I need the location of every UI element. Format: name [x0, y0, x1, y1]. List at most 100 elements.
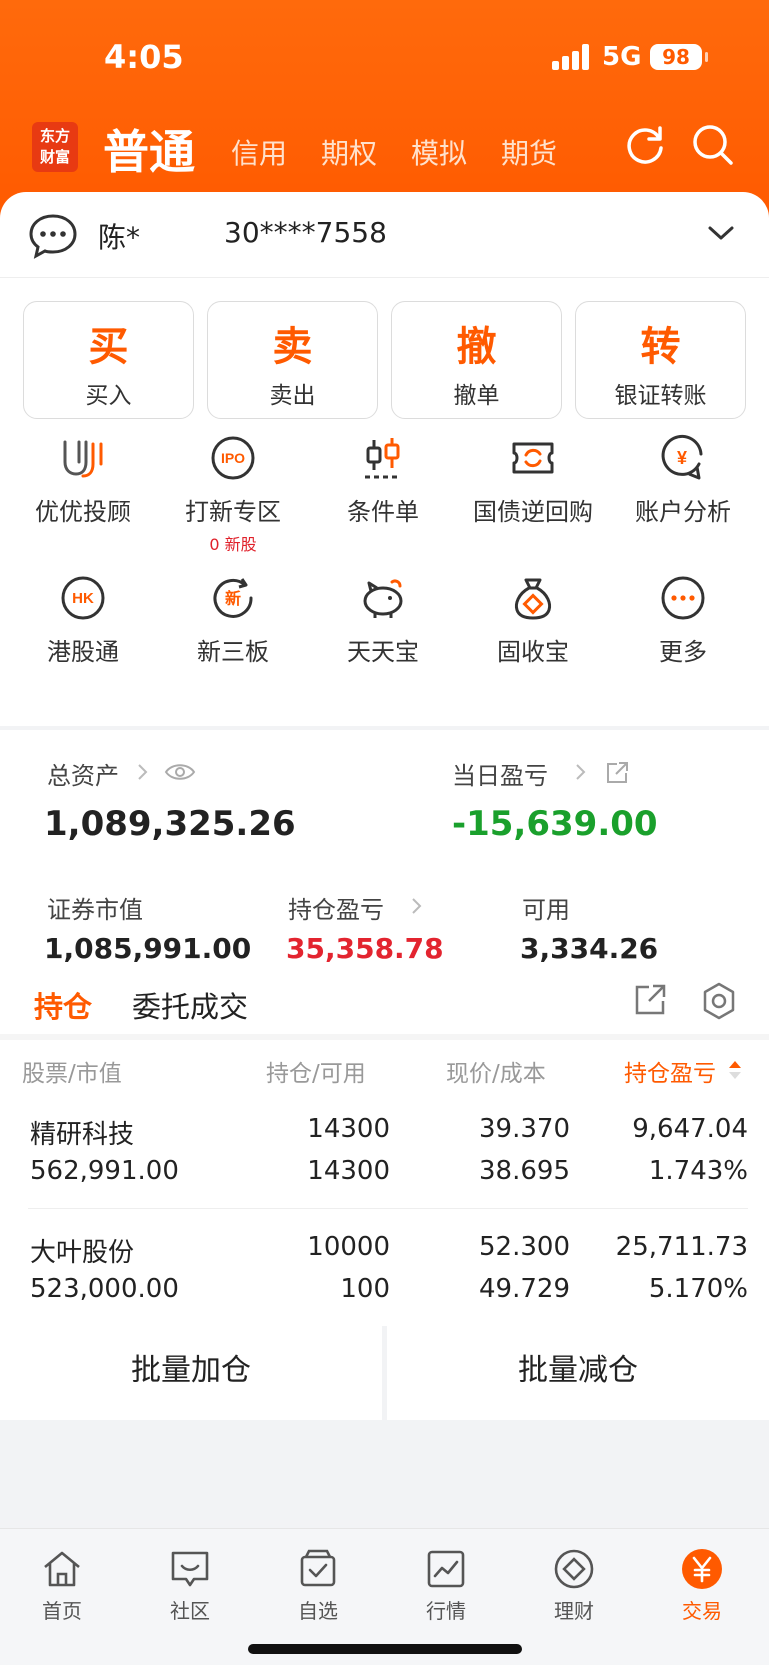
- row-divider: [28, 1208, 748, 1209]
- market-value-label: 证券市值: [47, 896, 143, 924]
- nav-watchlist[interactable]: 自选: [268, 1547, 368, 1624]
- function-tiantianbao[interactable]: 天天宝: [308, 574, 458, 667]
- header-price: 现价/成本: [446, 1061, 546, 1087]
- cost-price: 38.695: [479, 1156, 570, 1186]
- function-gushoubao[interactable]: 固收宝: [458, 574, 608, 667]
- sell-button[interactable]: 卖 卖出: [207, 301, 378, 419]
- batch-add-button[interactable]: 批量加仓: [0, 1322, 382, 1420]
- chevron-right-icon: [412, 898, 422, 914]
- network-type: 5G: [602, 42, 642, 72]
- svg-text:新: 新: [225, 589, 241, 608]
- share-icon[interactable]: [604, 760, 630, 786]
- function-new-third-board[interactable]: 新 新三板: [158, 574, 308, 667]
- home-indicator: [248, 1644, 522, 1654]
- function-advisor[interactable]: 优优投顾: [8, 434, 158, 527]
- function-ipo[interactable]: IPO 打新专区 0 新股: [158, 434, 308, 555]
- holding-qty: 10000: [307, 1232, 390, 1262]
- settings-icon[interactable]: [700, 982, 738, 1020]
- tab-simulation[interactable]: 模拟: [411, 132, 467, 172]
- position-pl: 25,711.73: [615, 1232, 748, 1262]
- sort-icon[interactable]: [728, 1060, 742, 1080]
- daily-pl-value: -15,639.00: [452, 804, 658, 844]
- hk-icon: HK: [61, 576, 105, 620]
- account-analysis-icon: ¥: [661, 434, 703, 480]
- position-pl-pct: 5.170%: [648, 1274, 748, 1304]
- function-hk-connect[interactable]: HK 港股通: [8, 574, 158, 667]
- position-pl: 9,647.04: [632, 1114, 748, 1144]
- nav-home[interactable]: 首页: [12, 1547, 112, 1624]
- market-icon: [427, 1550, 465, 1588]
- nav-wealth[interactable]: 理财: [524, 1547, 624, 1624]
- battery-icon: 98: [650, 44, 708, 70]
- stock-market-value: 562,991.00: [30, 1156, 179, 1186]
- header-stock: 股票/市值: [22, 1061, 122, 1087]
- tab-futures[interactable]: 期货: [501, 132, 557, 172]
- home-icon: [44, 1551, 80, 1587]
- buy-button[interactable]: 买 买入: [23, 301, 194, 419]
- search-icon[interactable]: [690, 122, 736, 168]
- tab-positions[interactable]: 持仓: [34, 984, 92, 1026]
- cancel-order-button[interactable]: 撤 撤单: [391, 301, 562, 419]
- trade-icon: [682, 1549, 722, 1589]
- position-pl-pct: 1.743%: [648, 1156, 748, 1186]
- more-icon: [661, 576, 705, 620]
- tab-credit[interactable]: 信用: [231, 132, 287, 172]
- wealth-icon: [554, 1549, 594, 1589]
- main-sheet: 陈* 30****7558 买 买入 卖 卖出 撤 撤单 转 银证转账 优优投顾…: [0, 192, 769, 1665]
- daily-pl-label[interactable]: 当日盈亏: [452, 756, 548, 791]
- account-number: 30****7558: [224, 216, 387, 249]
- advisor-icon: [63, 440, 103, 478]
- cost-price: 49.729: [479, 1274, 570, 1304]
- market-value: 1,085,991.00: [44, 932, 252, 965]
- export-icon[interactable]: [632, 982, 668, 1018]
- batch-reduce-button[interactable]: 批量减仓: [387, 1322, 769, 1420]
- new-board-icon: 新: [213, 578, 253, 618]
- svg-text:¥: ¥: [677, 448, 687, 468]
- header-position-pl[interactable]: 持仓盈亏: [624, 1054, 716, 1088]
- chevron-right-icon: [138, 764, 148, 780]
- positions-panel: 持仓 委托成交 股票/市值 持仓/可用 现价/成本 持仓盈亏 精研科技 562,…: [0, 966, 769, 1326]
- asset-summary: 总资产 1,089,325.26 当日盈亏 -15,639.00 证券市值 1,…: [0, 730, 769, 998]
- function-repo[interactable]: 国债逆回购: [458, 434, 608, 527]
- status-time: 4:05: [104, 38, 184, 76]
- nav-community[interactable]: 社区: [140, 1547, 240, 1624]
- current-price: 39.370: [479, 1114, 570, 1144]
- nav-market[interactable]: 行情: [396, 1547, 496, 1624]
- account-selector[interactable]: 陈* 30****7558: [0, 192, 769, 278]
- watchlist-icon: [300, 1549, 336, 1587]
- bank-transfer-button[interactable]: 转 银证转账: [575, 301, 746, 419]
- chevron-right-icon: [576, 764, 586, 780]
- money-bag-icon: [514, 578, 552, 620]
- total-assets-value: 1,089,325.26: [44, 804, 296, 844]
- function-condition-order[interactable]: 条件单: [308, 434, 458, 527]
- status-bar: 4:05 5G 98: [0, 0, 769, 110]
- condition-order-icon: [365, 438, 401, 479]
- available-label: 可用: [522, 896, 570, 924]
- svg-text:IPO: IPO: [221, 450, 245, 466]
- function-more[interactable]: 更多: [608, 574, 758, 667]
- header-quantity: 持仓/可用: [266, 1061, 366, 1087]
- total-assets-label[interactable]: 总资产: [47, 756, 119, 791]
- stock-market-value: 523,000.00: [30, 1274, 179, 1304]
- stock-name: 大叶股份: [30, 1238, 135, 1268]
- chevron-down-icon[interactable]: [706, 218, 736, 248]
- refresh-icon[interactable]: [622, 122, 668, 168]
- new-stock-count: 0 新股: [209, 535, 257, 554]
- ipo-icon: IPO: [211, 436, 255, 480]
- top-nav: 东方 财富 普通 信用 期权 模拟 期货: [0, 112, 769, 180]
- divider: [0, 1034, 769, 1040]
- function-account-analysis[interactable]: ¥ 账户分析: [608, 434, 758, 527]
- message-icon: [29, 214, 77, 259]
- piggy-bank-icon: [363, 579, 403, 618]
- position-pl-label[interactable]: 持仓盈亏: [288, 890, 384, 925]
- tab-normal[interactable]: 普通: [103, 116, 195, 182]
- account-name: 陈*: [98, 221, 141, 254]
- tab-options[interactable]: 期权: [321, 132, 377, 172]
- svg-text:HK: HK: [72, 590, 94, 607]
- tab-orders[interactable]: 委托成交: [132, 984, 248, 1026]
- nav-trade[interactable]: 交易: [652, 1547, 752, 1624]
- current-price: 52.300: [479, 1232, 570, 1262]
- community-icon: [171, 1551, 209, 1587]
- eye-icon[interactable]: [164, 760, 196, 784]
- available-qty: 100: [340, 1274, 390, 1304]
